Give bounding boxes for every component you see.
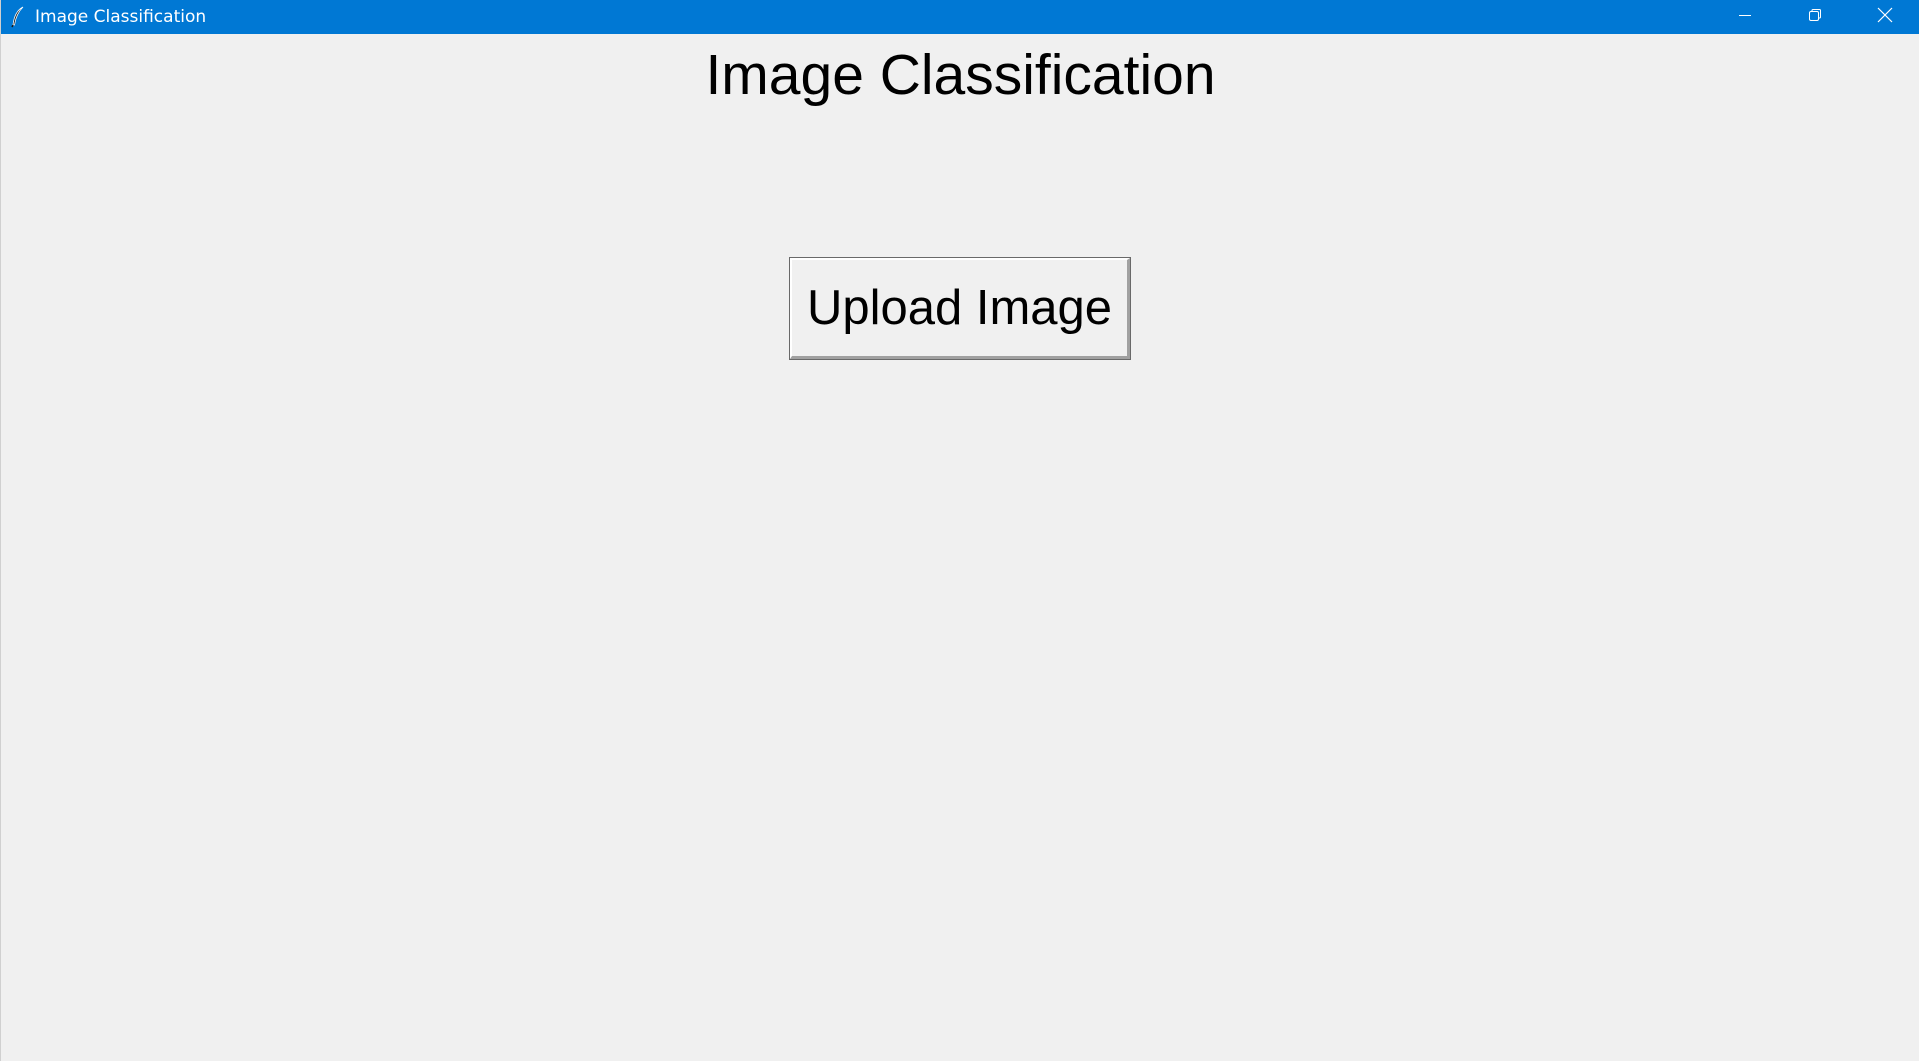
feather-icon: [1, 0, 35, 34]
app-window: Image Classification Image Classificatio…: [0, 0, 1919, 1061]
minimize-icon: [1738, 8, 1752, 27]
close-icon: [1877, 7, 1893, 28]
restore-icon: [1808, 8, 1822, 27]
page-title: Image Classification: [705, 43, 1216, 107]
minimize-button[interactable]: [1710, 0, 1780, 34]
window-controls: [1710, 0, 1919, 34]
close-button[interactable]: [1850, 0, 1919, 34]
title-bar[interactable]: Image Classification: [1, 0, 1919, 34]
restore-button[interactable]: [1780, 0, 1850, 34]
client-area: Image Classification Upload Image: [1, 34, 1919, 1061]
window-title: Image Classification: [35, 7, 207, 27]
upload-image-button[interactable]: Upload Image: [789, 257, 1131, 360]
